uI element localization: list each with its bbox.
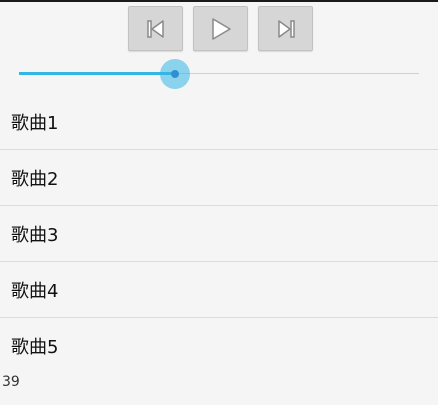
- song-list: 歌曲1 歌曲2 歌曲3 歌曲4 歌曲5: [0, 94, 438, 373]
- top-edge-divider: [0, 0, 438, 2]
- play-icon: [211, 17, 231, 40]
- previous-button[interactable]: [128, 6, 183, 51]
- song-list-item[interactable]: 歌曲4: [0, 262, 438, 318]
- progress-value-text: 39: [2, 374, 20, 390]
- song-list-item[interactable]: 歌曲1: [0, 94, 438, 150]
- song-list-item[interactable]: 歌曲2: [0, 150, 438, 206]
- player-controls: [128, 6, 313, 51]
- song-list-item[interactable]: 歌曲5: [0, 318, 438, 373]
- play-button[interactable]: [193, 6, 248, 51]
- song-list-item[interactable]: 歌曲3: [0, 206, 438, 262]
- skip-next-icon: [277, 19, 295, 38]
- seekbar-progress-fill: [19, 72, 175, 75]
- next-button[interactable]: [258, 6, 313, 51]
- progress-seekbar[interactable]: [19, 56, 419, 92]
- seekbar-thumb[interactable]: [171, 70, 179, 78]
- skip-previous-icon: [146, 19, 164, 38]
